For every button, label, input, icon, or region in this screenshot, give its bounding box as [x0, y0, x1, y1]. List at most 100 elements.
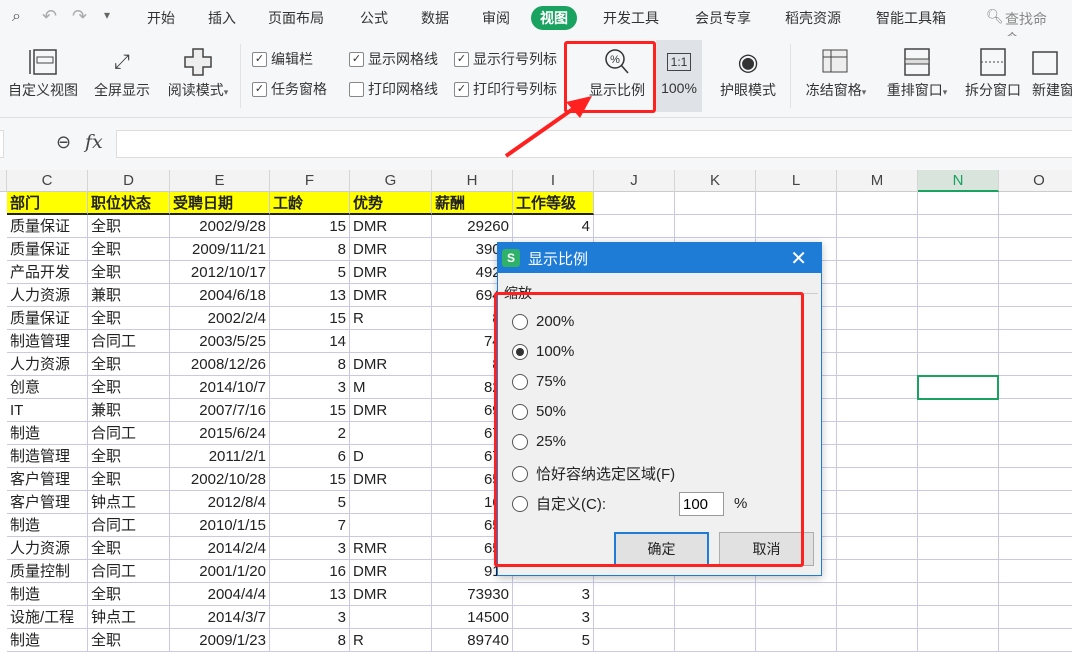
header-cell[interactable]: 工龄 — [270, 192, 350, 215]
table-cell[interactable] — [918, 583, 999, 606]
column-header-I[interactable]: I — [513, 170, 594, 192]
table-cell[interactable]: 全职 — [88, 215, 170, 238]
table-cell[interactable] — [999, 606, 1072, 629]
column-header-C[interactable]: C — [7, 170, 88, 192]
column-header-N[interactable]: N — [918, 170, 999, 192]
arrange-windows-button[interactable]: 重排窗口▾ — [880, 44, 954, 100]
table-cell[interactable] — [918, 560, 999, 583]
table-cell[interactable] — [350, 606, 432, 629]
new-window-button[interactable]: 新建窗 — [1032, 44, 1072, 100]
table-cell[interactable]: 2015/6/24 — [170, 422, 270, 445]
table-cell[interactable] — [837, 284, 918, 307]
table-cell[interactable]: 质量保证 — [7, 307, 88, 330]
table-cell[interactable] — [837, 215, 918, 238]
table-cell[interactable] — [999, 491, 1072, 514]
table-cell[interactable]: 合同工 — [88, 514, 170, 537]
table-cell[interactable] — [918, 238, 999, 261]
table-cell[interactable]: 客户管理 — [7, 468, 88, 491]
table-cell[interactable]: 2004/4/4 — [170, 583, 270, 606]
column-header-F[interactable]: F — [270, 170, 350, 192]
table-cell[interactable]: 2010/1/15 — [170, 514, 270, 537]
table-cell[interactable]: 制造管理 — [7, 445, 88, 468]
table-cell[interactable] — [756, 215, 837, 238]
table-cell[interactable]: DMR — [350, 399, 432, 422]
table-cell[interactable]: 3 — [270, 606, 350, 629]
table-cell[interactable]: 全职 — [88, 238, 170, 261]
column-header-M[interactable]: M — [837, 170, 918, 192]
checkbox-box[interactable]: ✓ — [349, 51, 364, 67]
table-cell[interactable] — [837, 307, 918, 330]
table-cell[interactable]: 设施/工程 — [7, 606, 88, 629]
table-cell[interactable]: 15 — [270, 468, 350, 491]
checkbox-box[interactable]: ✓ — [252, 81, 267, 97]
checkbox-box[interactable] — [349, 81, 364, 97]
table-cell[interactable] — [837, 422, 918, 445]
table-cell[interactable] — [918, 606, 999, 629]
header-cell[interactable]: 优势 — [350, 192, 432, 215]
table-cell[interactable]: 5 — [270, 491, 350, 514]
table-cell[interactable] — [837, 583, 918, 606]
table-cell[interactable]: 3 — [270, 376, 350, 399]
column-header-J[interactable]: J — [594, 170, 675, 192]
table-cell[interactable]: 2012/10/17 — [170, 261, 270, 284]
table-cell[interactable]: 6 — [270, 445, 350, 468]
table-cell[interactable]: 2007/7/16 — [170, 399, 270, 422]
table-cell[interactable]: 3 — [270, 537, 350, 560]
header-cell[interactable] — [999, 192, 1072, 215]
table-cell[interactable]: 14 — [270, 330, 350, 353]
table-cell[interactable]: 人力资源 — [7, 353, 88, 376]
table-cell[interactable] — [594, 606, 675, 629]
table-cell[interactable] — [999, 238, 1072, 261]
table-cell[interactable]: 3 — [513, 583, 594, 606]
selected-cell[interactable] — [917, 375, 999, 400]
table-cell[interactable]: 2014/10/7 — [170, 376, 270, 399]
header-cell[interactable] — [594, 192, 675, 215]
column-header-G[interactable]: G — [350, 170, 432, 192]
checkbox-box[interactable]: ✓ — [252, 51, 267, 67]
table-cell[interactable]: 8 — [270, 238, 350, 261]
table-cell[interactable] — [837, 330, 918, 353]
table-cell[interactable]: DMR — [350, 468, 432, 491]
table-cell[interactable] — [837, 445, 918, 468]
fx-icon[interactable]: fx — [85, 131, 103, 153]
table-cell[interactable]: 2 — [270, 422, 350, 445]
table-cell[interactable] — [350, 491, 432, 514]
header-cell[interactable]: 职位状态 — [88, 192, 170, 215]
tab-8[interactable]: 会员专享 — [695, 8, 751, 28]
table-cell[interactable] — [999, 537, 1072, 560]
split-window-button[interactable]: 拆分窗口 — [961, 44, 1025, 100]
table-cell[interactable] — [918, 215, 999, 238]
table-cell[interactable]: DMR — [350, 583, 432, 606]
close-icon[interactable]: ✕ — [790, 246, 807, 271]
table-cell[interactable]: DMR — [350, 353, 432, 376]
table-cell[interactable]: 全职 — [88, 353, 170, 376]
header-cell[interactable] — [756, 192, 837, 215]
table-cell[interactable]: DMR — [350, 238, 432, 261]
column-header-H[interactable]: H — [432, 170, 513, 192]
header-cell[interactable]: 部门 — [7, 192, 88, 215]
table-cell[interactable] — [756, 606, 837, 629]
table-cell[interactable] — [918, 261, 999, 284]
table-cell[interactable]: 全职 — [88, 376, 170, 399]
table-cell[interactable]: 合同工 — [88, 560, 170, 583]
undo-icon[interactable]: ↶ — [42, 6, 57, 27]
table-cell[interactable] — [837, 514, 918, 537]
table-cell[interactable] — [837, 376, 918, 399]
checkbox-1[interactable]: ✓ 任务窗格 — [252, 79, 327, 99]
table-cell[interactable]: 2002/9/28 — [170, 215, 270, 238]
checkbox-box[interactable]: ✓ — [454, 51, 469, 67]
table-cell[interactable] — [350, 422, 432, 445]
table-cell[interactable] — [837, 238, 918, 261]
table-cell[interactable] — [999, 445, 1072, 468]
table-cell[interactable]: 人力资源 — [7, 284, 88, 307]
name-box[interactable] — [0, 130, 4, 158]
table-cell[interactable]: 4 — [513, 215, 594, 238]
table-cell[interactable]: 创意 — [7, 376, 88, 399]
table-cell[interactable] — [918, 468, 999, 491]
header-cell[interactable]: 工作等级 — [513, 192, 594, 215]
table-cell[interactable] — [675, 606, 756, 629]
column-header-K[interactable]: K — [675, 170, 756, 192]
table-cell[interactable] — [999, 514, 1072, 537]
table-cell[interactable]: 16 — [270, 560, 350, 583]
table-cell[interactable]: 2003/5/25 — [170, 330, 270, 353]
